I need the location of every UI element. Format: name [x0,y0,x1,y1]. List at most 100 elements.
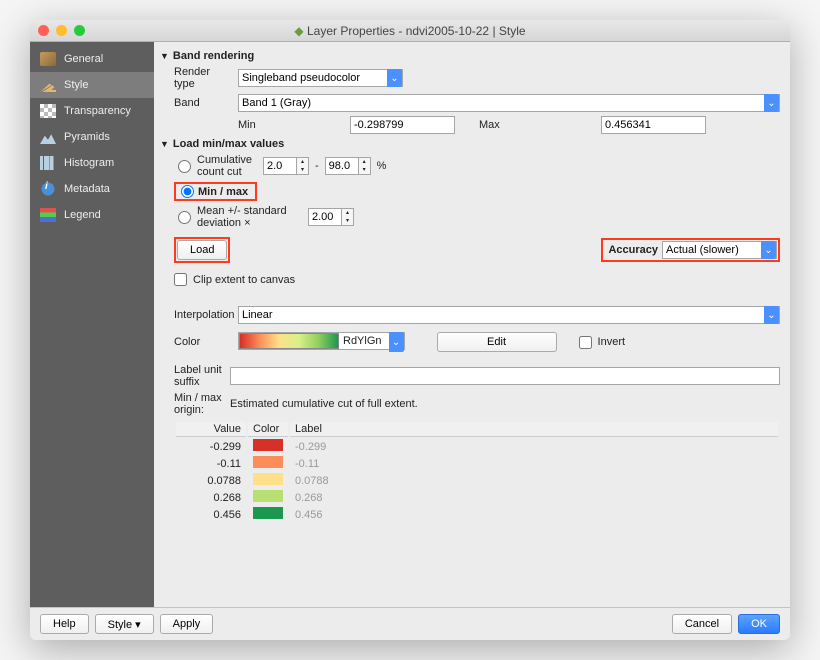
stddev-input[interactable] [308,208,342,226]
render-type-select[interactable]: Singleband pseudocolor [238,69,403,87]
spinner[interactable]: ▴▾ [359,157,371,175]
label-clip: Clip extent to canvas [193,274,295,286]
cell-value: 0.0788 [176,473,246,488]
col-color: Color [248,422,288,437]
cell-color [248,456,288,471]
sidebar-item-label: Metadata [64,183,110,195]
window-controls [38,25,85,36]
sidebar-item-general[interactable]: General [30,46,154,72]
label-unit-suffix: Label unit suffix [174,364,224,388]
label-band: Band [174,97,232,109]
sidebar-item-pyramids[interactable]: Pyramids [30,124,154,150]
table-row[interactable]: -0.299 -0.299 [176,439,778,454]
cum-lo-input[interactable] [263,157,297,175]
cell-color [248,439,288,454]
label-invert: Invert [598,336,626,348]
band-select[interactable]: Band 1 (Gray) [238,94,780,112]
ok-button[interactable]: OK [738,614,780,634]
sidebar-item-style[interactable]: Style [30,72,154,98]
sidebar-item-label: General [64,53,103,65]
accuracy-select[interactable]: Actual (slower) [662,241,777,259]
spinner[interactable]: ▴▾ [342,208,354,226]
cell-label: 0.268 [290,490,778,505]
label-render-type: Render type [174,66,232,90]
label-stddev: Mean +/- standard deviation × [197,205,302,229]
label-accuracy: Accuracy [604,244,662,256]
sidebar-item-label: Style [64,79,88,91]
sidebar: General Style Transparency Pyramids Hist… [30,42,154,607]
sidebar-item-histogram[interactable]: Histogram [30,150,154,176]
label-min: Min [238,119,283,131]
cell-label: 0.0788 [290,473,778,488]
label-interpolation: Interpolation [174,309,232,321]
section-load-minmax[interactable]: Load min/max values [160,136,780,152]
label-minmax: Min / max [198,186,254,198]
cum-hi-input[interactable] [325,157,359,175]
cell-value: -0.11 [176,456,246,471]
apply-button[interactable]: Apply [160,614,214,634]
table-row[interactable]: 0.456 0.456 [176,507,778,522]
col-label: Label [290,422,778,437]
load-button[interactable]: Load [177,240,227,260]
cell-label: -0.299 [290,439,778,454]
legend-icon [40,208,56,222]
edit-button[interactable]: Edit [437,332,557,352]
minmax-origin-value: Estimated cumulative cut of full extent. [230,398,418,410]
radio-cumulative-cut[interactable] [178,160,191,173]
cell-color [248,507,288,522]
gradient-preview [239,333,339,349]
zoom-icon[interactable] [74,25,85,36]
cell-label: 0.456 [290,507,778,522]
window-title: ◆ Layer Properties - ndvi2005-10-22 | St… [30,24,790,38]
minimize-icon[interactable] [56,25,67,36]
table-row[interactable]: -0.11 -0.11 [176,456,778,471]
sidebar-item-label: Histogram [64,157,114,169]
wrench-icon [40,52,56,66]
cell-value: -0.299 [176,439,246,454]
dialog-window: ◆ Layer Properties - ndvi2005-10-22 | St… [30,20,790,640]
pyramids-icon [40,130,56,144]
sidebar-item-label: Transparency [64,105,131,117]
help-button[interactable]: Help [40,614,89,634]
spinner[interactable]: ▴▾ [297,157,309,175]
brush-icon [40,78,56,92]
invert-checkbox[interactable] [579,336,592,349]
cell-value: 0.268 [176,490,246,505]
titlebar: ◆ Layer Properties - ndvi2005-10-22 | St… [30,20,790,42]
label-max: Max [479,119,514,131]
sidebar-item-metadata[interactable]: Metadata [30,176,154,202]
cell-color [248,473,288,488]
radio-minmax[interactable] [181,185,194,198]
highlight-minmax: Min / max [174,182,257,201]
label-color: Color [174,336,232,348]
sidebar-item-transparency[interactable]: Transparency [30,98,154,124]
sidebar-item-label: Pyramids [64,131,110,143]
clip-extent-checkbox[interactable] [174,273,187,286]
info-icon [40,182,56,196]
color-table[interactable]: Value Color Label -0.299 -0.299 -0.11 -0.… [174,420,780,524]
label-minmax-origin: Min / max origin: [174,392,224,416]
style-menu-button[interactable]: Style ▾ [95,614,154,634]
sidebar-item-label: Legend [64,209,101,221]
table-row[interactable]: 0.0788 0.0788 [176,473,778,488]
cell-color [248,490,288,505]
close-icon[interactable] [38,25,49,36]
min-input[interactable] [350,116,455,134]
cell-label: -0.11 [290,456,778,471]
radio-stddev[interactable] [178,211,191,224]
col-value: Value [176,422,246,437]
content-panel: Band rendering Render type Singleband ps… [154,42,790,607]
cell-value: 0.456 [176,507,246,522]
cancel-button[interactable]: Cancel [672,614,732,634]
highlight-load: Load [174,237,230,263]
label-cumulative-cut: Cumulative count cut [197,154,257,178]
section-band-rendering[interactable]: Band rendering [160,48,780,64]
checker-icon [40,104,56,118]
histogram-icon [40,156,56,170]
interpolation-select[interactable]: Linear [238,306,780,324]
dialog-footer: Help Style ▾ Apply Cancel OK [30,607,790,640]
sidebar-item-legend[interactable]: Legend [30,202,154,228]
table-row[interactable]: 0.268 0.268 [176,490,778,505]
label-suffix-input[interactable] [230,367,780,385]
max-input[interactable] [601,116,706,134]
